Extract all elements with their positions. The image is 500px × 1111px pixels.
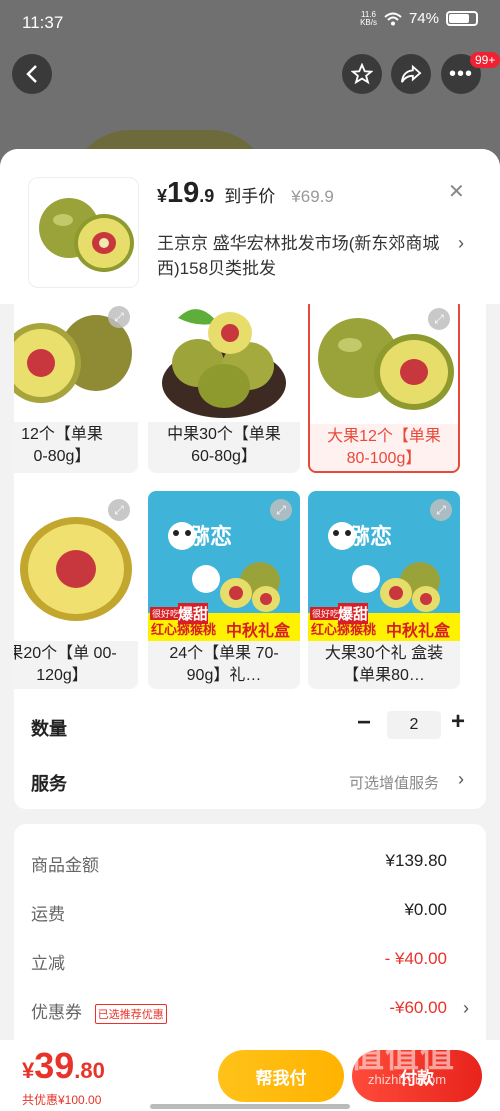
gift-line-text: 红心猕猴桃 — [311, 622, 377, 637]
sku-sheet: ¥ 19 .9 到手价 ¥69.9 ✕ 王京京 盛华宏林批发市场(新东郊商城西)… — [0, 149, 500, 1111]
net-speed-unit: KB/s — [360, 17, 377, 27]
quantity-plus-button[interactable]: + — [451, 708, 465, 736]
more-dots-icon: ••• — [448, 62, 473, 85]
discount-value: - ¥40.00 — [384, 949, 447, 968]
share-button[interactable] — [391, 54, 431, 94]
price-tag: 到手价 — [224, 187, 276, 206]
share-icon — [401, 64, 422, 83]
expand-icon[interactable]: ⤢ — [270, 499, 292, 521]
coupon-label: 优惠券 — [31, 1003, 82, 1022]
discount-row: 立减 - ¥40.00 — [31, 949, 469, 979]
option-label: 中果30个【单果 60-80g】 — [167, 426, 281, 465]
price-integer: 19 — [167, 177, 200, 209]
option-card[interactable]: 猕恋 很好吃 爆甜 红心猕猴桃 中秋礼盒 ⤢ 大果30个礼 盒装【单果80… — [308, 491, 460, 689]
network-speed: 11.6 KB/s — [360, 10, 377, 27]
shipping-label: 运费 — [31, 905, 65, 924]
shipping-row: 运费 ¥0.00 — [31, 900, 469, 930]
shipping-value: ¥0.00 — [404, 900, 447, 919]
more-badge: 99+ — [470, 52, 500, 68]
kiwi-image — [39, 198, 134, 272]
final-integer: 39 — [34, 1045, 75, 1086]
expand-icon[interactable]: ⤢ — [430, 499, 452, 521]
original-price: ¥69.9 — [291, 187, 334, 206]
gift-line-text: 红心猕猴桃 — [151, 622, 217, 637]
option-image — [148, 304, 300, 422]
chevron-right-icon[interactable]: › — [463, 998, 469, 1019]
option-card[interactable]: 猕恋 很好吃 爆甜 红心猕猴桃 中秋礼盒 ⤢ 24个【单果 70-90g】礼… — [148, 491, 300, 689]
gift-banner: 很好吃 爆甜 红心猕猴桃 中秋礼盒 — [148, 603, 300, 641]
option-label: 果20个【单 00-120g】 — [14, 645, 117, 684]
option-label: 大果12个【单果 80-100g】 — [327, 428, 441, 467]
expand-icon[interactable]: ⤢ — [108, 499, 130, 521]
goods-amount-row: 商品金额 ¥139.80 — [31, 851, 469, 881]
status-bar: 11:37 11.6 KB/s 74% — [0, 0, 500, 44]
favorite-button[interactable] — [342, 54, 382, 94]
shop-name[interactable]: 王京京 盛华宏林批发市场(新东郊商城西)158贝类批发 — [157, 231, 457, 281]
chevron-right-icon[interactable]: › — [458, 233, 464, 254]
price-currency: ¥ — [157, 186, 168, 206]
coupon-tag: 已选推荐优惠 — [94, 1003, 167, 1024]
expand-icon[interactable]: ⤢ — [428, 308, 450, 330]
final-price: ¥ 39 .80 — [22, 1045, 105, 1087]
status-time: 11:37 — [22, 13, 64, 32]
back-button[interactable] — [12, 54, 52, 94]
total-saved: 共优惠¥100.00 — [22, 1093, 102, 1107]
option-card[interactable]: ⤢ 果20个【单 00-120g】 — [14, 491, 138, 689]
option-label: 12个【单果 0-80g】 — [21, 426, 103, 465]
price-row: ¥ 19 .9 到手价 ¥69.9 — [157, 177, 334, 210]
quantity-minus-button[interactable]: − — [357, 709, 371, 737]
service-label: 服务 — [31, 774, 67, 794]
star-icon — [351, 63, 373, 85]
chevron-left-icon — [26, 65, 37, 83]
help-pay-button[interactable]: 帮我付 — [218, 1050, 344, 1102]
battery-percent: 74% — [408, 10, 439, 27]
option-card[interactable]: 中果30个【单果 60-80g】 — [148, 304, 300, 473]
battery-icon — [446, 11, 478, 26]
gift-tag-text: 中秋礼盒 — [226, 623, 291, 640]
home-indicator — [150, 1104, 350, 1109]
final-decimal: .80 — [74, 1058, 105, 1083]
goods-amount-value: ¥139.80 — [385, 851, 447, 870]
gift-tag-text: 中秋礼盒 — [386, 623, 451, 640]
option-label: 24个【单果 70-90g】礼… — [169, 645, 279, 684]
option-card[interactable]: ⤢ 12个【单果 0-80g】 — [14, 304, 138, 473]
chevron-right-icon[interactable]: › — [458, 769, 464, 790]
wifi-icon — [384, 12, 402, 25]
final-currency: ¥ — [22, 1058, 35, 1083]
product-thumbnail[interactable] — [28, 177, 139, 288]
watermark-logo: 值值值 — [350, 1037, 455, 1075]
option-label: 大果30个礼 盒装【单果80… — [324, 645, 444, 684]
watermark-url: zhizhizhi.com — [368, 1072, 447, 1087]
sheet-header: ¥ 19 .9 到手价 ¥69.9 ✕ 王京京 盛华宏林批发市场(新东郊商城西)… — [0, 149, 500, 304]
quantity-label: 数量 — [31, 719, 67, 739]
option-card-selected[interactable]: ⤢ 大果12个【单果 80-100g】 — [308, 304, 460, 473]
quantity-input[interactable]: 2 — [387, 711, 441, 739]
service-link[interactable]: 可选增值服务 — [349, 772, 439, 793]
price-decimal: .9 — [199, 186, 215, 206]
close-icon[interactable]: ✕ — [448, 179, 465, 204]
status-icons: 11.6 KB/s 74% — [360, 10, 478, 27]
expand-icon[interactable]: ⤢ — [108, 306, 130, 328]
discount-label: 立减 — [31, 954, 65, 973]
goods-amount-label: 商品金额 — [31, 856, 99, 875]
coupon-row[interactable]: 优惠券 已选推荐优惠 -¥60.00 › — [31, 998, 469, 1028]
coupon-value: -¥60.00 — [389, 998, 447, 1017]
gift-banner: 很好吃 爆甜 红心猕猴桃 中秋礼盒 — [308, 603, 460, 641]
